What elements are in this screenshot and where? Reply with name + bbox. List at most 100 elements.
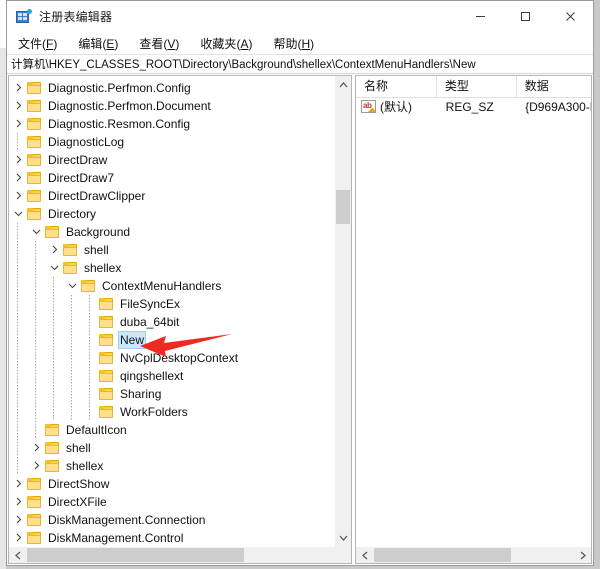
chevron-right-icon[interactable] (9, 475, 27, 493)
chevron-right-icon[interactable] (45, 241, 63, 259)
folder-icon (81, 280, 95, 292)
scroll-down-icon[interactable] (335, 529, 351, 546)
tree-vertical-scrollbar[interactable] (334, 76, 351, 546)
chevron-right-icon[interactable] (9, 187, 27, 205)
tree-node[interactable]: duba_64bit (9, 313, 334, 331)
folder-icon (99, 298, 113, 310)
tree-node-label: shell (84, 243, 109, 257)
chevron-down-icon[interactable] (9, 205, 27, 223)
menu-file[interactable]: 文件(F) (16, 34, 59, 53)
tree-node[interactable]: DirectDrawClipper (9, 187, 334, 205)
values-horizontal-scrollbar[interactable] (356, 546, 591, 563)
chevron-right-icon[interactable] (27, 439, 45, 457)
tree-node[interactable]: ContextMenuHandlers (9, 277, 334, 295)
minimize-button[interactable] (458, 1, 503, 32)
chevron-right-icon[interactable] (9, 511, 27, 529)
menu-favorites-accel: A (240, 36, 249, 51)
tree-node[interactable]: Diagnostic.Perfmon.Config (9, 79, 334, 97)
chevron-right-icon[interactable] (9, 169, 27, 187)
menu-file-accel: F (46, 36, 54, 51)
chevron-down-icon[interactable] (27, 223, 45, 241)
column-header-name[interactable]: 名称 (356, 76, 437, 97)
window-controls (458, 1, 593, 32)
tree-node[interactable]: qingshellext (9, 367, 334, 385)
chevron-down-icon[interactable] (63, 277, 81, 295)
tree-indent-guide (45, 349, 63, 367)
folder-icon (45, 226, 59, 238)
registry-values-pane: 名称 类型 数据 ab (默认) REG_SZ {D969A300-E (355, 75, 592, 564)
chevron-right-icon[interactable] (9, 115, 27, 133)
chevron-right-icon[interactable] (9, 493, 27, 511)
tree-node-label: shell (66, 441, 91, 455)
tree-node[interactable]: shell (9, 241, 334, 259)
tree-indent-guide (81, 331, 99, 349)
values-scroll-right-icon[interactable] (574, 547, 591, 563)
chevron-right-icon[interactable] (27, 457, 45, 475)
tree-viewport: Diagnostic.Perfmon.Config Diagnostic.Perf… (9, 76, 334, 546)
tree-vscroll-thumb[interactable] (336, 190, 350, 224)
tree-node[interactable]: Background (9, 223, 334, 241)
tree-node-label: shellex (66, 459, 104, 473)
tree-node[interactable]: NvCplDesktopContext (9, 349, 334, 367)
values-hscroll-thumb[interactable] (374, 548, 511, 562)
tree-indent-guide (27, 385, 45, 403)
values-list-row[interactable]: ab (默认) REG_SZ {D969A300-E (356, 97, 591, 116)
menu-edit[interactable]: 编辑(E) (76, 34, 120, 53)
tree-node[interactable]: FileSyncEx (9, 295, 334, 313)
tree-node[interactable]: shellex (9, 259, 334, 277)
folder-icon (27, 190, 41, 202)
menu-file-label: 文件 (18, 36, 43, 51)
column-header-type[interactable]: 类型 (437, 76, 517, 97)
tree-node[interactable]: DefaultIcon (9, 421, 334, 439)
chevron-right-icon[interactable] (9, 79, 27, 97)
tree-hscroll-thumb[interactable] (27, 548, 244, 562)
title-bar: 注册表编辑器 (7, 1, 593, 32)
chevron-right-icon[interactable] (9, 151, 27, 169)
tree-node[interactable]: DiagnosticLog (9, 133, 334, 151)
tree-node-label: qingshellext (120, 369, 184, 383)
tree-node-label: DirectDraw7 (48, 171, 115, 185)
scroll-left-icon[interactable] (9, 547, 26, 563)
tree-node-selected[interactable]: New (9, 331, 334, 349)
values-scroll-left-icon[interactable] (356, 547, 373, 563)
tree-indent-guide (27, 259, 45, 277)
tree-node-label: DiagnosticLog (48, 135, 125, 149)
column-header-data[interactable]: 数据 (517, 76, 591, 97)
tree-node-label: DirectDraw (48, 153, 108, 167)
tree-node[interactable]: DiskManagement.Connection (9, 511, 334, 529)
chevron-right-icon[interactable] (9, 97, 27, 115)
tree-indent-guide (63, 295, 81, 313)
tree-node[interactable]: WorkFolders (9, 403, 334, 421)
tree-horizontal-scrollbar[interactable] (9, 546, 351, 563)
chevron-down-icon[interactable] (45, 259, 63, 277)
menu-edit-label: 编辑 (78, 36, 103, 51)
tree-node[interactable]: DirectXFile (9, 493, 334, 511)
menu-favorites[interactable]: 收藏夹(A) (198, 34, 254, 53)
tree-indent-guide (81, 313, 99, 331)
tree-node[interactable]: DirectShow (9, 475, 334, 493)
tree-node-label: DirectXFile (48, 495, 107, 509)
tree-indent-guide (63, 313, 81, 331)
folder-icon (99, 370, 113, 382)
folder-icon (45, 442, 59, 454)
tree-node[interactable]: Sharing (9, 385, 334, 403)
folder-icon (27, 82, 41, 94)
tree-node[interactable]: Diagnostic.Resmon.Config (9, 115, 334, 133)
tree-node[interactable]: DirectDraw7 (9, 169, 334, 187)
scroll-up-icon[interactable] (335, 76, 351, 93)
tree-node[interactable]: DiskManagement.Control (9, 529, 334, 546)
maximize-button[interactable] (503, 1, 548, 32)
tree-node[interactable]: Directory (9, 205, 334, 223)
tree-node[interactable]: Diagnostic.Perfmon.Document (9, 97, 334, 115)
menu-help[interactable]: 帮助(H) (271, 34, 316, 53)
address-bar[interactable]: 计算机\HKEY_CLASSES_ROOT\Directory\Backgrou… (7, 54, 593, 74)
tree-node[interactable]: shell (9, 439, 334, 457)
tree-node[interactable]: shellex (9, 457, 334, 475)
chevron-right-icon[interactable] (9, 529, 27, 546)
tree-node[interactable]: DirectDraw (9, 151, 334, 169)
menu-view[interactable]: 查看(V) (137, 34, 181, 53)
tree-indent-guide (45, 277, 63, 295)
tree-indent-guide (81, 349, 99, 367)
close-button[interactable] (548, 1, 593, 32)
tree-indent-guide (9, 259, 27, 277)
